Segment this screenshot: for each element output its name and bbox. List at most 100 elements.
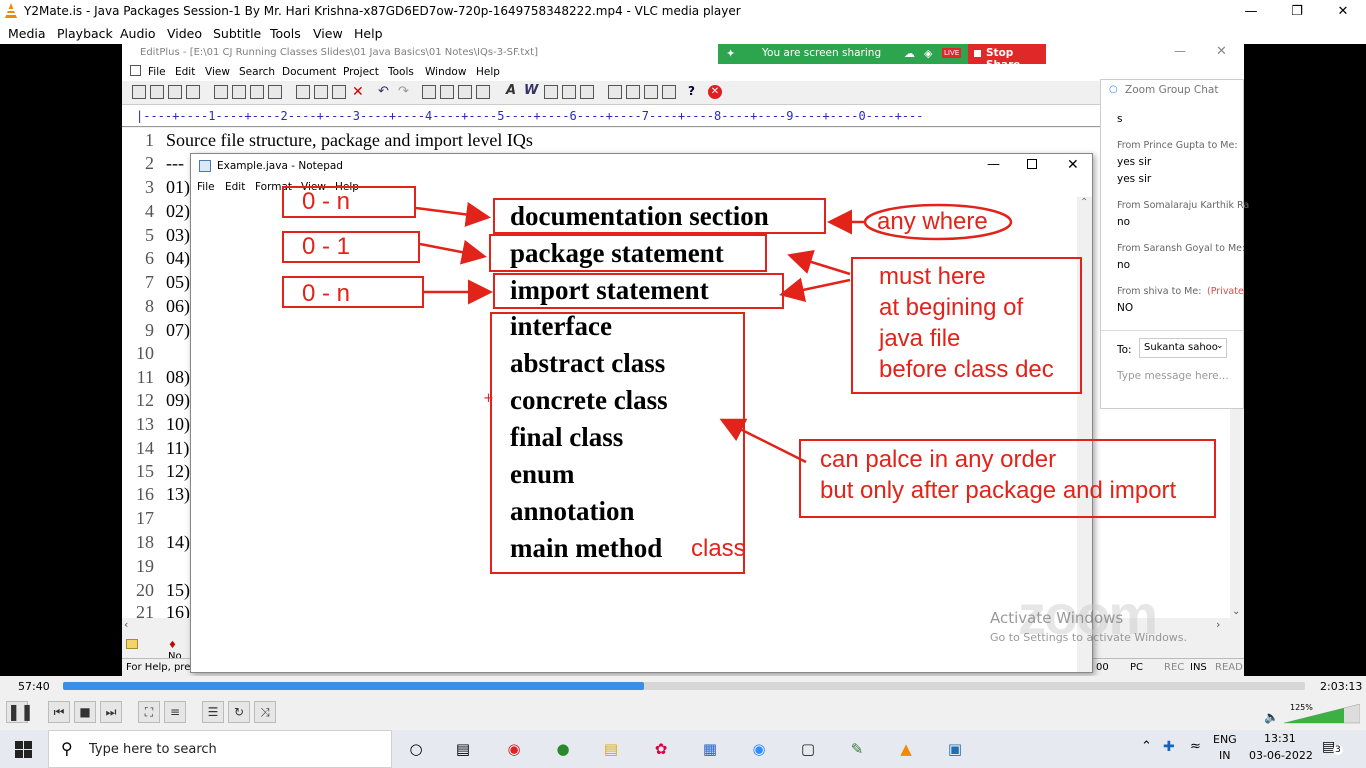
message-input[interactable]: Type message here... <box>1117 370 1229 382</box>
vlc-menu-bar: Media Playback Audio Video Subtitle Tool… <box>0 24 1366 44</box>
restore-button[interactable]: ❐ <box>1274 0 1320 24</box>
file-explorer-icon[interactable]: ▤ <box>598 736 624 762</box>
shield-icon: ◈ <box>924 47 933 60</box>
snipping-tool-icon[interactable]: ✿ <box>648 736 674 762</box>
speaker-icon[interactable]: 🔈 <box>1264 710 1279 724</box>
count-label: 0 - n <box>302 280 351 307</box>
windows-taskbar: ⚲ Type here to search ○ ▤ ◉ ● ▤ ✿ ▦ ◉ ▢ … <box>0 730 1366 768</box>
video-area[interactable]: EditPlus - [E:\01 CJ Running Classes Sli… <box>0 44 1366 676</box>
chat-message: yes sir <box>1117 156 1152 168</box>
window-title: Y2Mate.is - Java Packages Session-1 By M… <box>24 4 741 18</box>
vlc-cone-icon <box>5 3 17 18</box>
share-status: ✦ You are screen sharing ☁ ◈ LIVE <box>718 44 968 64</box>
any-where-note: any where <box>877 208 988 235</box>
live-badge: LIVE <box>942 48 962 58</box>
section-box-documentation: documentation section <box>493 198 826 234</box>
order-note-box: can palce in any order but only after pa… <box>799 439 1216 518</box>
chat-sender: From Prince Gupta to Me: <box>1117 140 1238 151</box>
chat-bubble-icon: ○ <box>1109 84 1118 95</box>
section-label: documentation section <box>510 201 769 231</box>
list-item: enum <box>510 459 575 489</box>
playlist-button[interactable]: ☰ <box>202 701 224 723</box>
clock-date[interactable]: 03-06-2022 <box>1249 749 1313 762</box>
notification-count: 3 <box>1333 745 1343 755</box>
sticky-notes-icon[interactable]: ▢ <box>795 736 821 762</box>
windows-start-icon[interactable] <box>15 741 32 758</box>
section-box-import: import statement <box>493 273 784 309</box>
photos-icon[interactable]: ▣ <box>942 736 968 762</box>
add-icon[interactable]: ✚ <box>1163 739 1175 755</box>
chat-divider <box>1101 330 1243 331</box>
recipient-select[interactable]: Sukanta sahoo ⌄ <box>1139 338 1227 358</box>
minimize-button[interactable]: — <box>1228 0 1274 24</box>
private-label: (Private <box>1207 286 1244 297</box>
close-button[interactable]: ✕ <box>1320 0 1366 24</box>
record-app-icon[interactable]: ◉ <box>501 736 527 762</box>
list-item: annotation <box>510 496 635 526</box>
note-line: java file <box>879 325 961 352</box>
loop-button[interactable]: ↻ <box>228 701 250 723</box>
language-bottom[interactable]: IN <box>1219 749 1230 762</box>
list-item: final class <box>510 422 624 452</box>
vlc-title-bar: Y2Mate.is - Java Packages Session-1 By M… <box>0 0 1366 24</box>
menu-playback[interactable]: Playback <box>57 26 113 41</box>
chat-message: no <box>1117 216 1131 228</box>
note-line: but only after package and import <box>820 477 1177 504</box>
activate-windows-subtitle: Go to Settings to activate Windows. <box>990 631 1188 644</box>
taskbar-search-box[interactable]: ⚲ Type here to search <box>48 730 392 768</box>
count-box-documentation: 0 - n <box>282 186 416 218</box>
section-box-package: package statement <box>489 234 767 272</box>
count-label: 0 - n <box>302 188 351 215</box>
menu-audio[interactable]: Audio <box>120 26 156 41</box>
shuffle-button[interactable]: ⤨ <box>254 701 276 723</box>
seek-fill <box>63 682 644 690</box>
class-note: class <box>691 535 746 562</box>
clock-time[interactable]: 13:31 <box>1264 732 1296 745</box>
time-total: 2:03:13 <box>1320 680 1363 693</box>
chat-sender: From Somalaraju Karthik Ra <box>1117 200 1250 211</box>
time-elapsed: 57:40 <box>18 680 50 693</box>
chrome-icon[interactable]: ● <box>550 736 576 762</box>
chat-message: s <box>1117 113 1123 125</box>
zoom-app-icon[interactable]: ◉ <box>746 736 772 762</box>
pin-icon: ✦ <box>726 47 736 60</box>
wifi-icon[interactable]: ≈ <box>1190 739 1201 754</box>
fullscreen-button[interactable]: ⛶ <box>138 701 160 723</box>
editplus-app-icon[interactable]: ✎ <box>844 736 870 762</box>
stop-share-button[interactable]: Stop Share <box>968 44 1046 71</box>
search-icon: ⚲ <box>61 739 73 758</box>
menu-media[interactable]: Media <box>8 26 46 41</box>
menu-help[interactable]: Help <box>354 26 383 41</box>
pause-button[interactable]: ❚❚ <box>6 701 34 723</box>
stop-button[interactable]: ■ <box>74 701 96 723</box>
count-label: 0 - 1 <box>302 233 351 260</box>
seek-bar[interactable] <box>63 682 1305 690</box>
zoom-share-banner: ✦ You are screen sharing ☁ ◈ LIVE Stop S… <box>718 44 1048 71</box>
share-text: You are screen sharing <box>762 47 882 59</box>
language-top[interactable]: ENG <box>1213 733 1237 746</box>
next-button[interactable]: ⏭ <box>100 701 122 723</box>
vlc-taskbar-icon[interactable]: ▲ <box>893 736 919 762</box>
count-box-package: 0 - 1 <box>282 231 420 263</box>
recipient-value: Sukanta sahoo <box>1144 342 1218 353</box>
section-label: package statement <box>510 238 724 268</box>
activate-windows-title: Activate Windows <box>990 609 1124 627</box>
show-hidden-icons-icon[interactable]: ⌃ <box>1141 739 1152 754</box>
chat-message: NO <box>1117 302 1134 314</box>
menu-video[interactable]: Video <box>167 26 202 41</box>
task-view-icon[interactable]: ▤ <box>450 736 476 762</box>
note-line: can palce in any order <box>820 446 1057 473</box>
vlc-controls: 57:40 2:03:13 ❚❚ ⏮ ■ ⏭ ⛶ ≡ ☰ ↻ ⤨ 🔈 125% <box>0 676 1366 730</box>
volume-slider[interactable] <box>1284 704 1360 724</box>
menu-view[interactable]: View <box>313 26 343 41</box>
menu-tools[interactable]: Tools <box>270 26 301 41</box>
menu-subtitle[interactable]: Subtitle <box>213 26 261 41</box>
extended-settings-button[interactable]: ≡ <box>164 701 186 723</box>
cortana-icon[interactable]: ○ <box>403 736 429 762</box>
stop-share-label: Stop Share <box>986 47 1021 71</box>
list-item: interface <box>510 311 612 341</box>
list-item: abstract class <box>510 348 666 378</box>
store-icon[interactable]: ▦ <box>697 736 723 762</box>
previous-button[interactable]: ⏮ <box>48 701 70 723</box>
must-here-box: must here at begining of java file befor… <box>851 257 1082 394</box>
